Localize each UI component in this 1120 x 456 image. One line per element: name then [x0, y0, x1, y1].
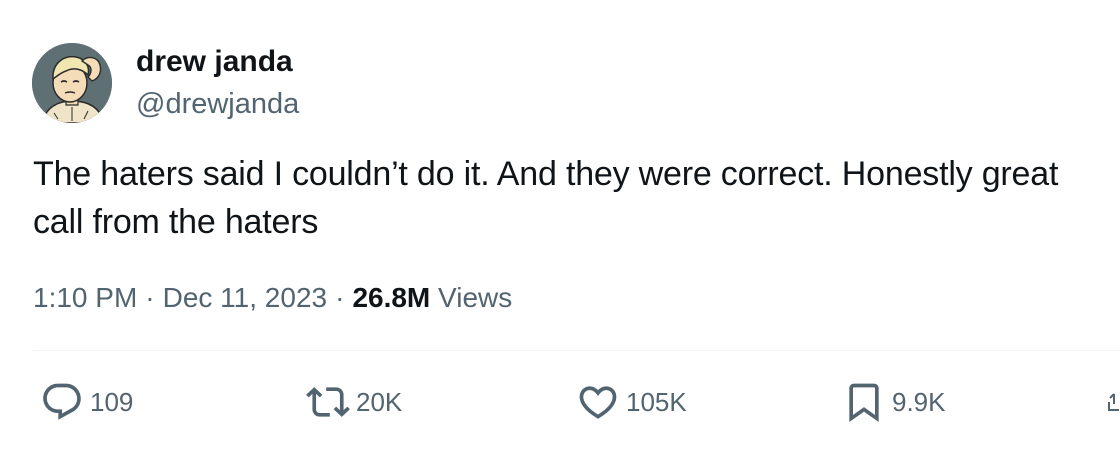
divider [33, 350, 1120, 351]
views-count: 26.8M [352, 282, 431, 313]
tweet-date[interactable]: Dec 11, 2023 [163, 282, 328, 313]
tweet-meta: 1:10 PM · Dec 11, 2023 · 26.8M Views [33, 280, 512, 316]
retweet-count: 20K [356, 386, 403, 417]
reply-button[interactable]: 109 [40, 380, 133, 424]
retweet-icon [306, 380, 350, 424]
retweet-button[interactable]: 20K [306, 380, 402, 424]
bookmark-button[interactable]: 9.9K [842, 380, 946, 424]
heart-icon [576, 380, 620, 424]
share-button[interactable] [1108, 380, 1120, 424]
avatar-illustration [32, 43, 112, 123]
user-handle[interactable]: @drewjanda [136, 86, 299, 122]
share-icon [1108, 393, 1120, 428]
reply-icon [40, 380, 84, 424]
tweet-card: drew janda @drewjanda The haters said I … [0, 0, 1120, 456]
like-button[interactable]: 105K [576, 380, 687, 424]
meta-separator: · [335, 282, 345, 313]
tweet-text: The haters said I couldn’t do it. And th… [33, 155, 1059, 241]
tweet-time[interactable]: 1:10 PM [33, 282, 137, 313]
like-count: 105K [626, 386, 687, 417]
views-label: Views [438, 282, 513, 313]
meta-separator: · [145, 282, 155, 313]
avatar[interactable] [32, 43, 112, 123]
bookmark-icon [842, 380, 886, 424]
display-name[interactable]: drew janda [136, 44, 293, 80]
reply-count: 109 [90, 386, 134, 417]
bookmark-count: 9.9K [892, 386, 946, 417]
